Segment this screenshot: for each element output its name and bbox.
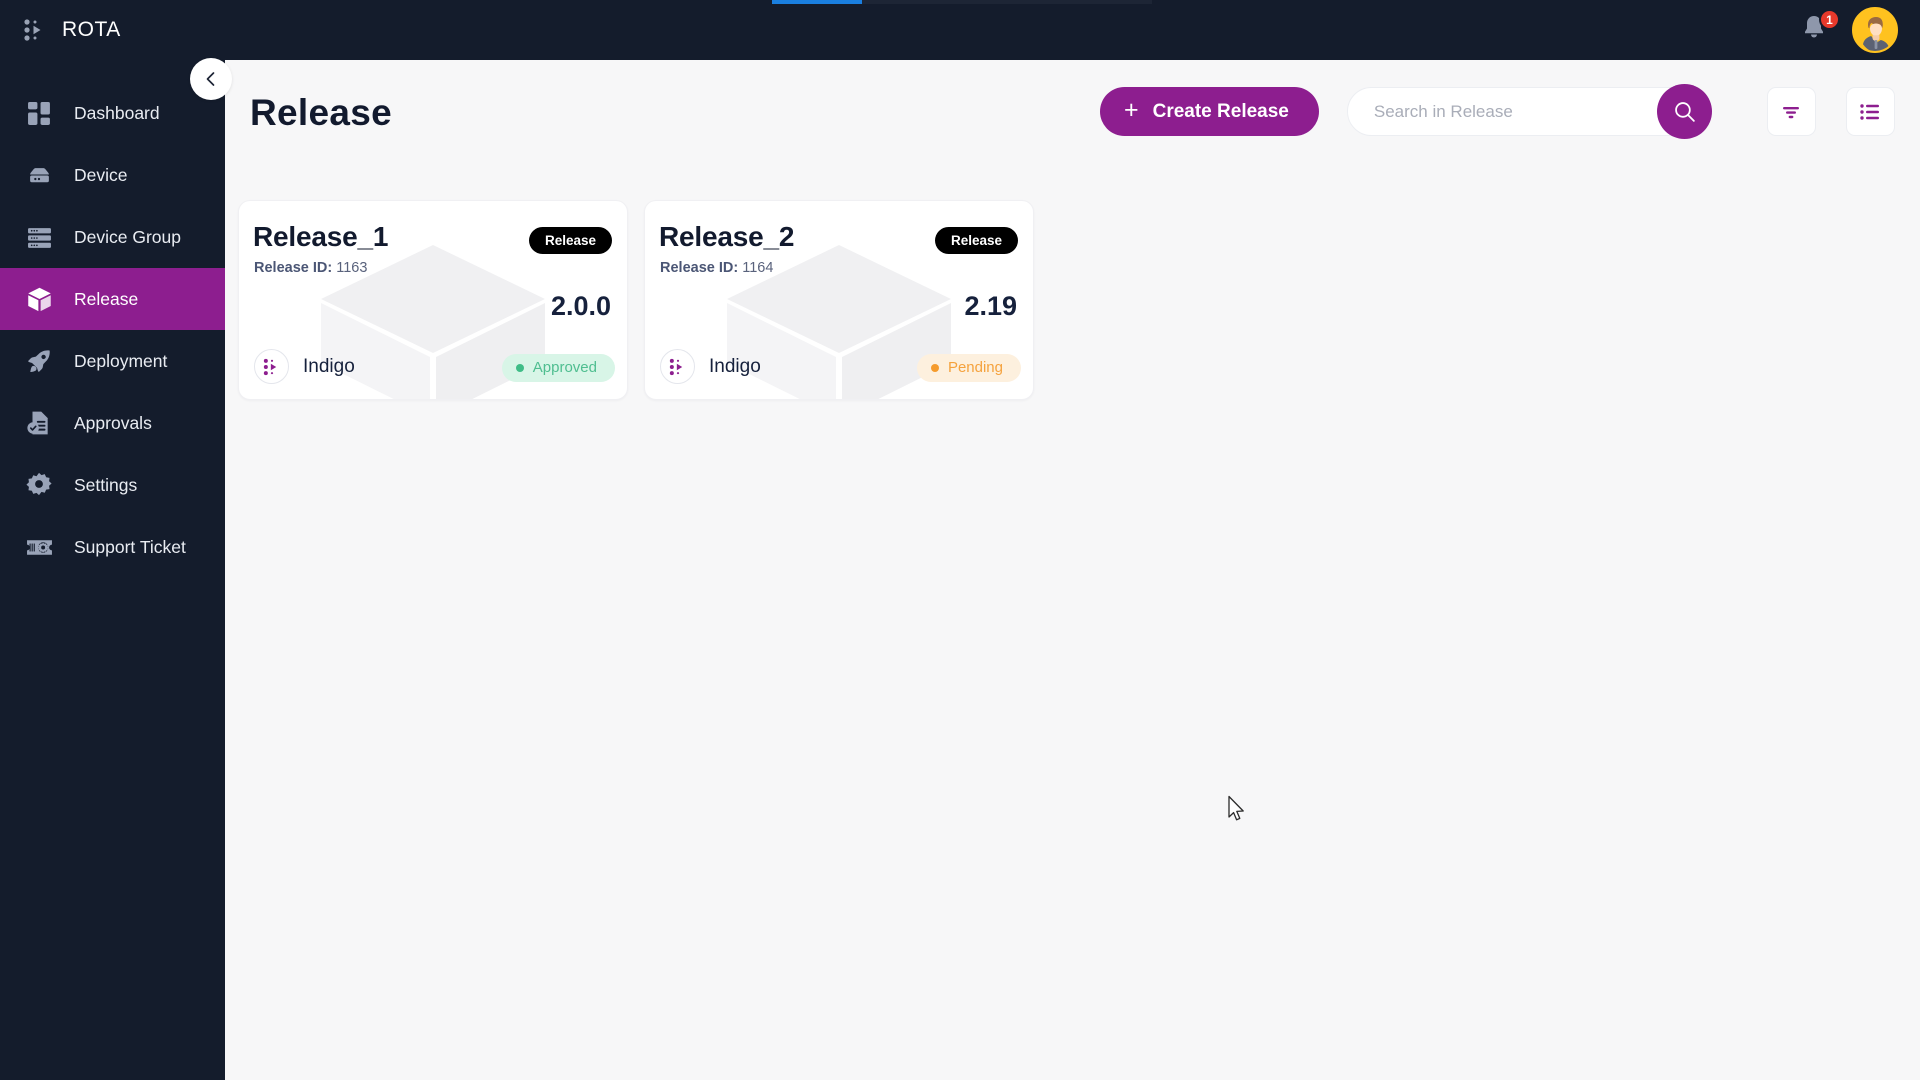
release-id-label: Release ID:: [254, 260, 333, 276]
sidebar-item-dashboard[interactable]: Dashboard: [0, 82, 225, 144]
search-input[interactable]: [1346, 87, 1709, 136]
sidebar-item-label: Support Ticket: [74, 536, 186, 557]
page-title: Release: [250, 92, 392, 133]
release-card-footer: Indigo: [660, 349, 761, 384]
filter-button[interactable]: [1766, 87, 1816, 136]
sidebar-item-approvals[interactable]: Approvals: [0, 392, 225, 454]
release-owner-name: Indigo: [303, 355, 355, 377]
release-id-value: 1163: [336, 260, 368, 276]
search-container: [1346, 84, 1712, 139]
status-label: Approved: [532, 359, 597, 376]
release-card-id: Release ID: 1164: [660, 260, 773, 276]
device-icon: [24, 160, 54, 190]
page-header: Release + Create Release: [225, 60, 1920, 160]
rota-dots-play-icon: [660, 349, 695, 384]
release-type-badge: Release: [934, 227, 1018, 254]
sidebar-item-device[interactable]: Device: [0, 144, 225, 206]
sidebar-item-device-group[interactable]: Device Group: [0, 206, 225, 268]
sidebar-item-label: Deployment: [74, 350, 168, 371]
sidebar-collapse-button[interactable]: [190, 58, 232, 100]
ticket-gear-icon: [24, 532, 54, 562]
toolbar: + Create Release: [1100, 84, 1895, 139]
notification-count-badge: 1: [1819, 9, 1840, 30]
release-id-label: Release ID:: [660, 260, 739, 276]
brand-name: ROTA: [62, 18, 121, 41]
dashboard-grid-icon: [24, 98, 54, 128]
sidebar-item-deployment[interactable]: Deployment: [0, 330, 225, 392]
list-view-button[interactable]: [1845, 87, 1895, 136]
sidebar-item-label: Approvals: [74, 412, 152, 433]
server-stack-icon: [24, 222, 54, 252]
app-root: ROTA 1 Dashboard Device Device Group Rel…: [0, 0, 1920, 1080]
sidebar-item-release[interactable]: Release: [0, 268, 225, 330]
release-card-grid: Release_1 Release ID: 1163 Release 2.0.0: [238, 200, 1034, 400]
release-owner-name: Indigo: [709, 355, 761, 377]
main-content: Release + Create Release Search in Relea…: [225, 60, 1920, 1080]
brand[interactable]: ROTA: [22, 12, 121, 48]
sidebar: Dashboard Device Device Group Release De: [0, 0, 225, 1080]
sidebar-item-label: Device Group: [74, 226, 181, 247]
document-check-icon: [24, 408, 54, 438]
sidebar-item-label: Settings: [74, 474, 138, 495]
create-release-label: Create Release: [1152, 100, 1289, 122]
release-type-badge: Release: [528, 227, 612, 254]
sidebar-item-label: Release: [74, 288, 139, 309]
chevron-left-icon: [206, 72, 215, 86]
sidebar-item-settings[interactable]: Settings: [0, 454, 225, 516]
release-card-footer: Indigo: [254, 349, 355, 384]
release-id-value: 1164: [742, 260, 774, 276]
sidebar-item-support-ticket[interactable]: Support Ticket: [0, 516, 225, 578]
release-version: 2.0.0: [550, 291, 611, 321]
sidebar-item-label: Device: [74, 164, 128, 185]
plus-icon: +: [1124, 96, 1139, 124]
status-dot-icon: [930, 363, 939, 372]
release-card-title: Release_1: [253, 221, 389, 252]
mouse-cursor: [1228, 795, 1244, 821]
create-release-button[interactable]: + Create Release: [1100, 87, 1319, 136]
sidebar-item-label: Dashboard: [74, 102, 160, 123]
rocket-icon: [24, 346, 54, 376]
status-label: Pending: [947, 359, 1003, 376]
page-loading-bar: [772, 0, 862, 4]
release-card-title: Release_2: [659, 221, 795, 252]
list-view-icon: [1860, 103, 1880, 120]
top-bar: ROTA 1: [0, 0, 1920, 60]
avatar[interactable]: [1852, 7, 1898, 53]
magnifier-icon: [1675, 102, 1695, 122]
rota-dots-play-icon: [22, 17, 48, 43]
top-bar-actions: 1: [1800, 0, 1898, 60]
release-card-id: Release ID: 1163: [254, 260, 367, 276]
release-card[interactable]: Release_1 Release ID: 1163 Release 2.0.0: [238, 200, 628, 400]
status-dot-icon: [515, 363, 524, 372]
status-badge: Pending: [916, 354, 1021, 382]
release-version: 2.19: [964, 291, 1017, 321]
gear-icon: [24, 470, 54, 500]
cube-box-icon: [24, 284, 54, 314]
rota-dots-play-icon: [254, 349, 289, 384]
notification-bell-button[interactable]: 1: [1800, 9, 1840, 47]
filter-icon: [1783, 106, 1800, 118]
status-badge: Approved: [501, 354, 615, 382]
search-button[interactable]: [1656, 84, 1712, 139]
release-card[interactable]: Release_2 Release ID: 1164 Release 2.19: [644, 200, 1034, 400]
